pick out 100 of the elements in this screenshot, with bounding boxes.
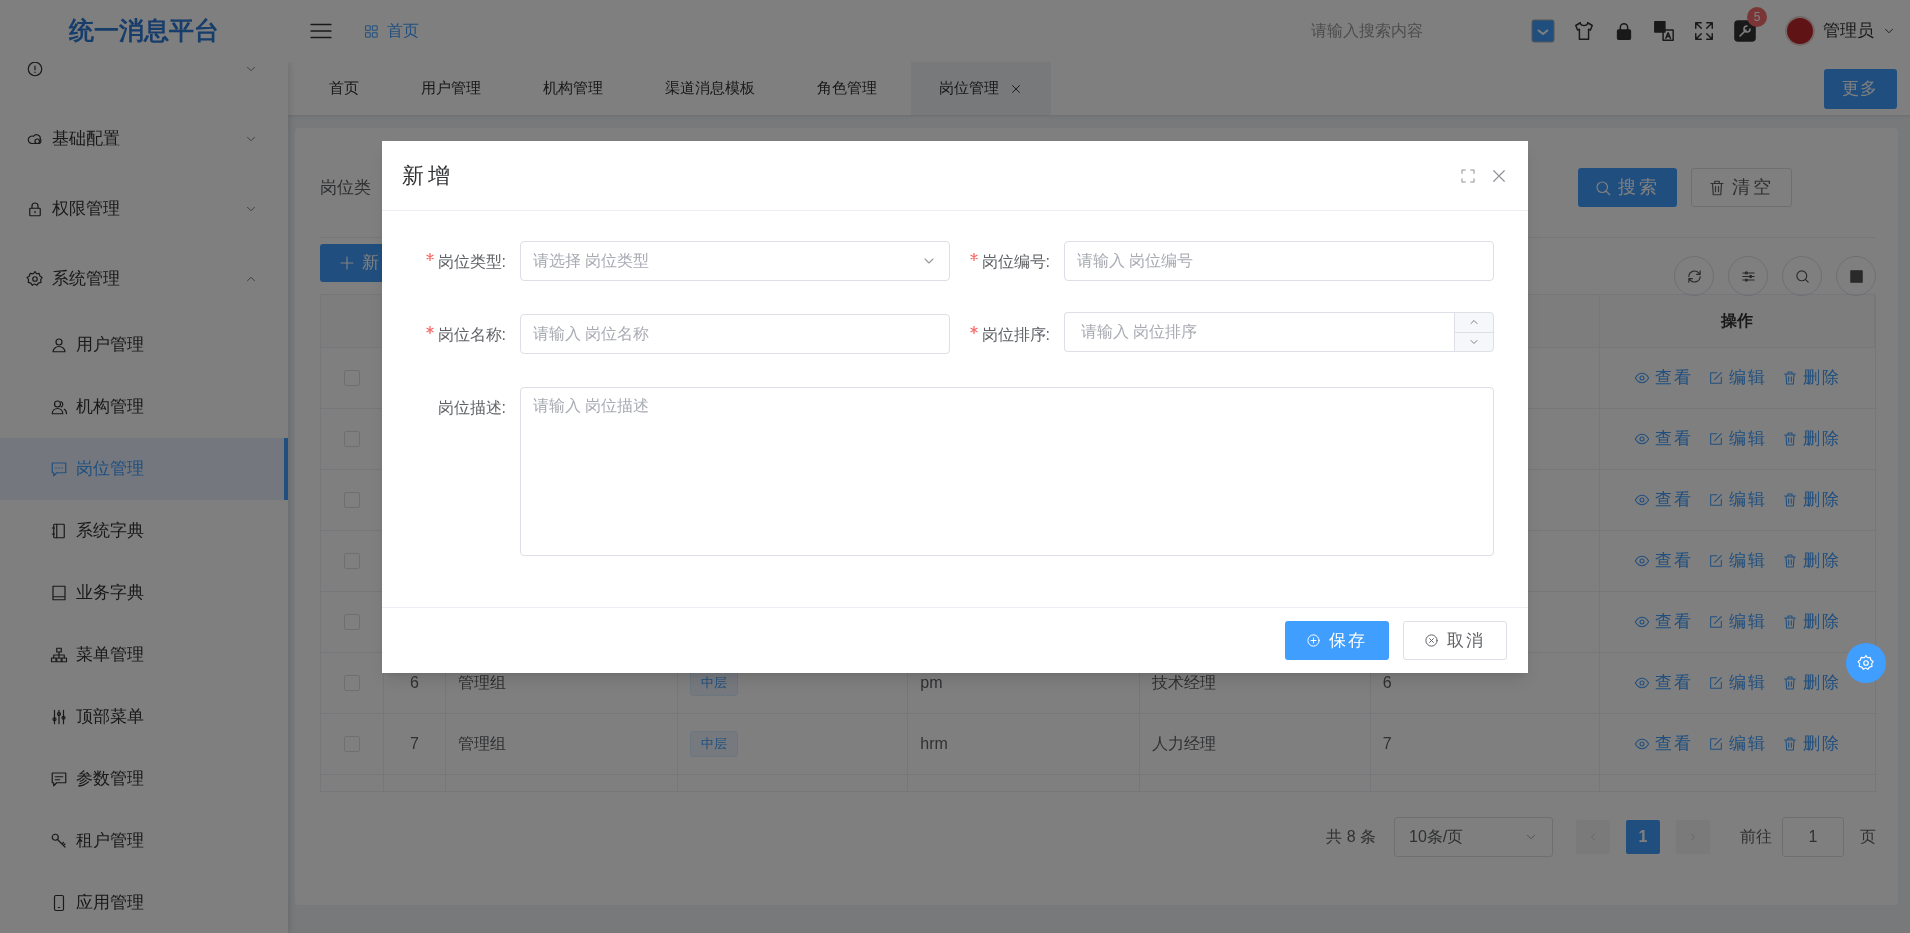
page-suffix: 页: [1860, 827, 1876, 847]
trash-icon: [1781, 370, 1798, 386]
sidebar-item[interactable]: 应用管理: [0, 872, 288, 933]
table-cell-text: 6: [1382, 673, 1392, 693]
shirt-icon: [1573, 20, 1595, 42]
plus-circle-icon: [1305, 633, 1321, 648]
eye-icon: [1633, 614, 1650, 630]
plus-icon: [338, 254, 356, 272]
table-cell-text: 7: [1382, 734, 1392, 754]
eye-icon: [1633, 736, 1650, 752]
tab[interactable]: 机构管理: [515, 62, 631, 115]
sidebar-item[interactable]: 参数管理: [0, 748, 288, 810]
app-logo: 统一消息平台: [69, 15, 219, 47]
eye-icon: [1633, 492, 1650, 508]
required-icon: [969, 326, 978, 334]
delete-link[interactable]: 删除: [1781, 487, 1842, 513]
tool-icon: [1733, 19, 1757, 43]
trash-icon: [1781, 675, 1798, 691]
sidebar-item[interactable]: 岗位管理: [0, 438, 288, 500]
search-button[interactable]: 搜索: [1577, 168, 1677, 207]
info-icon: [26, 62, 44, 78]
eye-icon: [1633, 553, 1650, 569]
notification-badge: 5: [1747, 7, 1767, 27]
sliders-icon: [50, 708, 68, 726]
form-label: 岗位类: [320, 176, 371, 199]
sidebar-item[interactable]: 系统字典: [0, 500, 288, 562]
tab[interactable]: 岗位管理: [911, 62, 1051, 115]
input-field[interactable]: 请输入 岗位名称: [520, 314, 950, 354]
column-header: 操作: [1721, 311, 1754, 331]
input-field[interactable]: 请输入 岗位编号: [1064, 241, 1494, 281]
sidebar-item[interactable]: 顶部菜单: [0, 686, 288, 748]
edit-icon: [1707, 431, 1724, 447]
cancel-button[interactable]: 取消: [1403, 621, 1507, 660]
save-button[interactable]: 保存: [1285, 621, 1389, 660]
tab[interactable]: 角色管理: [789, 62, 905, 115]
dialog-title: 新增: [402, 162, 455, 190]
type-select[interactable]: 请选择 岗位类型: [520, 241, 950, 281]
checkbox-icon[interactable]: [1531, 19, 1555, 43]
table-cell-text: 管理组: [457, 673, 506, 693]
field-label: 岗位名称:: [437, 325, 506, 345]
sidebar-item[interactable]: 菜单管理: [0, 624, 288, 686]
user-name[interactable]: 管理员: [1823, 18, 1874, 44]
sidebar-item[interactable]: 用户管理: [0, 314, 288, 376]
description-field[interactable]: 请输入 岗位描述: [520, 387, 1494, 556]
table-cell-text: hrm: [920, 734, 948, 754]
tab[interactable]: 首页: [301, 62, 387, 115]
more-button[interactable]: 更多: [1823, 68, 1897, 109]
edit-link[interactable]: 编辑: [1707, 426, 1768, 452]
clear-button[interactable]: 清空: [1690, 168, 1792, 207]
view-link[interactable]: 查看: [1633, 670, 1694, 696]
trash-icon: [1781, 736, 1798, 752]
trash-icon: [1781, 553, 1798, 569]
delete-link[interactable]: 删除: [1781, 609, 1842, 635]
table-cell-text: 6: [409, 673, 419, 693]
edit-link[interactable]: 编辑: [1707, 609, 1768, 635]
number-field[interactable]: 请输入 岗位排序: [1064, 312, 1454, 352]
lock-icon: [26, 200, 44, 218]
trash-icon: [1781, 431, 1798, 447]
page-input[interactable]: 1: [1782, 817, 1844, 857]
sidebar-group[interactable]: 权限管理: [0, 174, 288, 244]
delete-link[interactable]: 删除: [1781, 426, 1842, 452]
view-link[interactable]: 查看: [1633, 487, 1694, 513]
delete-link[interactable]: 删除: [1781, 670, 1842, 696]
settings-icon: [26, 270, 44, 288]
edit-link[interactable]: 编辑: [1707, 548, 1768, 574]
breadcrumb-link[interactable]: 首页: [387, 19, 419, 43]
edit-link[interactable]: 编辑: [1707, 365, 1768, 391]
sidebar-item[interactable]: 业务字典: [0, 562, 288, 624]
view-link[interactable]: 查看: [1633, 609, 1694, 635]
sidebar-item[interactable]: 机构管理: [0, 376, 288, 438]
table-cell-text: pm: [920, 673, 943, 693]
page-button[interactable]: 1: [1626, 820, 1660, 854]
view-link[interactable]: 查看: [1633, 365, 1694, 391]
delete-link[interactable]: 删除: [1781, 365, 1842, 391]
field-label: 岗位类型:: [437, 252, 506, 272]
tab[interactable]: 渠道消息模板: [637, 62, 783, 115]
tab[interactable]: 用户管理: [393, 62, 509, 115]
total-count: 共 8 条: [1326, 827, 1376, 847]
edit-link[interactable]: 编辑: [1707, 487, 1768, 513]
sidebar-group[interactable]: 基础配置: [0, 104, 288, 174]
delete-link[interactable]: 删除: [1781, 731, 1842, 757]
view-link[interactable]: 查看: [1633, 426, 1694, 452]
eye-icon: [1633, 370, 1650, 386]
eye-icon: [1633, 431, 1650, 447]
table-cell-text: 7: [409, 734, 419, 754]
required-icon: [425, 253, 434, 261]
view-link[interactable]: 查看: [1633, 731, 1694, 757]
edit-link[interactable]: 编辑: [1707, 670, 1768, 696]
sidebar-item[interactable]: 租户管理: [0, 810, 288, 872]
table-cell-text: 技术经理: [1151, 673, 1216, 693]
edit-icon: [1707, 492, 1724, 508]
view-link[interactable]: 查看: [1633, 548, 1694, 574]
edit-link[interactable]: 编辑: [1707, 731, 1768, 757]
table-cell-text: 管理组: [457, 734, 506, 754]
delete-link[interactable]: 删除: [1781, 548, 1842, 574]
page-size-select[interactable]: 10条/页: [1394, 817, 1553, 857]
trash-icon: [1781, 492, 1798, 508]
fullscreen-button[interactable]: [1460, 167, 1476, 184]
goto-label: 前往: [1740, 827, 1772, 847]
sidebar-group[interactable]: 系统管理: [0, 244, 288, 314]
